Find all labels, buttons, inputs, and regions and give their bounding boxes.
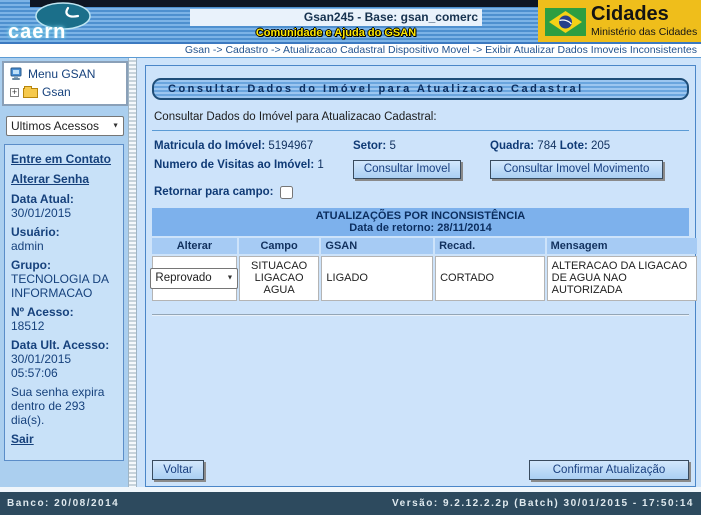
tree-item-gsan-label: Gsan <box>42 85 71 99</box>
breadcrumb[interactable]: Gsan -> Cadastro -> Atualizacao Cadastra… <box>0 42 701 58</box>
lote-value: 205 <box>591 140 610 152</box>
menu-gsan-label: Menu GSAN <box>28 67 95 81</box>
alterar-select-wrap: Reprovado ▼ <box>150 268 238 289</box>
table-row-cell-recad: CORTADO <box>435 256 545 301</box>
page-subtitle: Consultar Dados do Imóvel para Atualizac… <box>152 111 689 123</box>
info-label: Data Atual: <box>11 192 118 206</box>
retornar-checkbox[interactable] <box>280 186 293 199</box>
column-header-mensagem: Mensagem <box>547 238 697 254</box>
quadra-label: Quadra: <box>490 140 534 152</box>
matricula-label: Matricula do Imóvel: <box>154 140 265 152</box>
tree-item-gsan[interactable]: + Gsan <box>10 85 122 99</box>
table-caption: ATUALIZAÇÕES POR INCONSISTÊNCIA Data de … <box>152 208 689 236</box>
fields-section: Matricula do Imóvel: 5194967 Setor: 5 Qu… <box>152 140 689 199</box>
column-header-campo: Campo <box>239 238 320 254</box>
quadra-lote-field: Quadra: 784 Lote: 205 <box>490 140 689 152</box>
menu-gsan-item[interactable]: Menu GSAN <box>10 67 122 81</box>
setor-value: 5 <box>389 140 395 152</box>
matricula-field: Matricula do Imóvel: 5194967 <box>154 140 353 152</box>
confirmar-atualizacao-button[interactable]: Confirmar Atualização <box>529 460 689 480</box>
column-header-recad: Recad. <box>435 238 545 254</box>
alterar-select[interactable]: Reprovado <box>150 268 238 289</box>
table-row-cell-campo: SITUACAO LIGACAO AGUA <box>239 256 320 301</box>
quadra-value: 784 <box>537 140 556 152</box>
divider <box>152 314 689 316</box>
setor-field: Setor: 5 <box>353 140 490 152</box>
tree-expand-icon[interactable]: + <box>10 88 19 97</box>
table-row-cell-alterar: Reprovado ▼ <box>152 256 237 301</box>
voltar-button[interactable]: Voltar <box>152 460 204 480</box>
setor-label: Setor: <box>353 140 386 152</box>
table-subtitle: Data de retorno: 28/11/2014 <box>152 222 689 235</box>
change-password-link[interactable]: Alterar Senha <box>11 172 118 186</box>
page: caern Gsan245 - Base: gsan_comerc Comuni… <box>0 0 701 515</box>
consultar-imovel-button[interactable]: Consultar Imovel <box>353 160 461 179</box>
last-access-select[interactable]: Ultimos Acessos <box>6 116 124 136</box>
menu-tree-box: Menu GSAN + Gsan <box>2 61 128 106</box>
table-title: ATUALIZAÇÕES POR INCONSISTÊNCIA <box>152 210 689 223</box>
app-title: Gsan245 - Base: gsan_comerc <box>190 9 482 26</box>
table-grid: Alterar Campo GSAN Recad. Mensagem Repro… <box>152 236 689 301</box>
status-banco: Banco: 20/08/2014 <box>7 492 119 515</box>
retornar-label: Retornar para campo: <box>154 186 274 198</box>
password-expiry-notice: Sua senha expira dentro de 293 dia(s). <box>11 385 118 427</box>
brazil-flag-icon <box>545 8 586 36</box>
info-value: 30/01/2015 <box>11 206 118 220</box>
user-info-panel: Entre em Contato Alterar Senha Data Atua… <box>4 144 124 461</box>
column-header-gsan: GSAN <box>321 238 433 254</box>
info-value: 30/01/2015 05:57:06 <box>11 352 118 380</box>
divider <box>152 130 689 131</box>
info-value: 18512 <box>11 319 118 333</box>
info-value: TECNOLOGIA DA INFORMACAO <box>11 272 118 300</box>
info-label: Data Ult. Acesso: <box>11 338 118 352</box>
column-header-alterar: Alterar <box>152 238 237 254</box>
retornar-field: Retornar para campo: <box>154 186 689 199</box>
sidebar: Menu GSAN + Gsan Ultimos Acessos ▼ Entre… <box>0 58 130 488</box>
last-access-select-wrap: Ultimos Acessos ▼ <box>6 116 124 136</box>
ministry-title: Cidades <box>591 3 669 26</box>
caern-logo-text: caern <box>8 21 66 44</box>
visitas-field: Numero de Visitas ao Imóvel: 1 <box>154 159 353 179</box>
consultar-imovel-movimento-button[interactable]: Consultar Imovel Movimento <box>490 160 663 179</box>
caern-logo: caern <box>6 1 118 42</box>
status-bar: Banco: 20/08/2014 Versão: 9.2.12.2.2p (B… <box>0 492 701 515</box>
folder-icon <box>23 88 38 98</box>
visitas-value: 1 <box>317 159 323 171</box>
info-label: Nº Acesso: <box>11 305 118 319</box>
lote-label: Lote: <box>560 140 588 152</box>
visitas-label: Numero de Visitas ao Imóvel: <box>154 159 314 171</box>
table-row-cell-gsan: LIGADO <box>321 256 433 301</box>
contact-link[interactable]: Entre em Contato <box>11 152 118 166</box>
sidebar-scrollbar[interactable] <box>128 58 137 488</box>
inconsistency-table: ATUALIZAÇÕES POR INCONSISTÊNCIA Data de … <box>152 208 689 301</box>
top-header: caern Gsan245 - Base: gsan_comerc Comuni… <box>0 0 701 42</box>
main-panel: Consultar Dados do Imóvel para Atualizac… <box>145 65 696 487</box>
workstation-icon <box>10 67 24 81</box>
table-row-cell-mensagem: ALTERACAO DA LIGACAO DE AGUA NAO AUTORIZ… <box>547 256 697 301</box>
info-label: Usuário: <box>11 225 118 239</box>
page-title: Consultar Dados do Imóvel para Atualizac… <box>152 78 689 100</box>
matricula-value: 5194967 <box>268 140 313 152</box>
ministry-subtitle: Ministério das Cidades <box>591 26 697 38</box>
bottom-actions: Voltar Confirmar Atualização <box>152 460 689 480</box>
info-label: Grupo: <box>11 258 118 272</box>
status-versao: Versão: 9.2.12.2.2p (Batch) 30/01/2015 -… <box>392 492 694 515</box>
logout-link[interactable]: Sair <box>11 432 118 446</box>
gsan-help-link[interactable]: Comunidade e Ajuda do GSAN <box>190 27 482 39</box>
ministry-banner: Cidades Ministério das Cidades <box>538 0 701 43</box>
info-value: admin <box>11 239 118 253</box>
